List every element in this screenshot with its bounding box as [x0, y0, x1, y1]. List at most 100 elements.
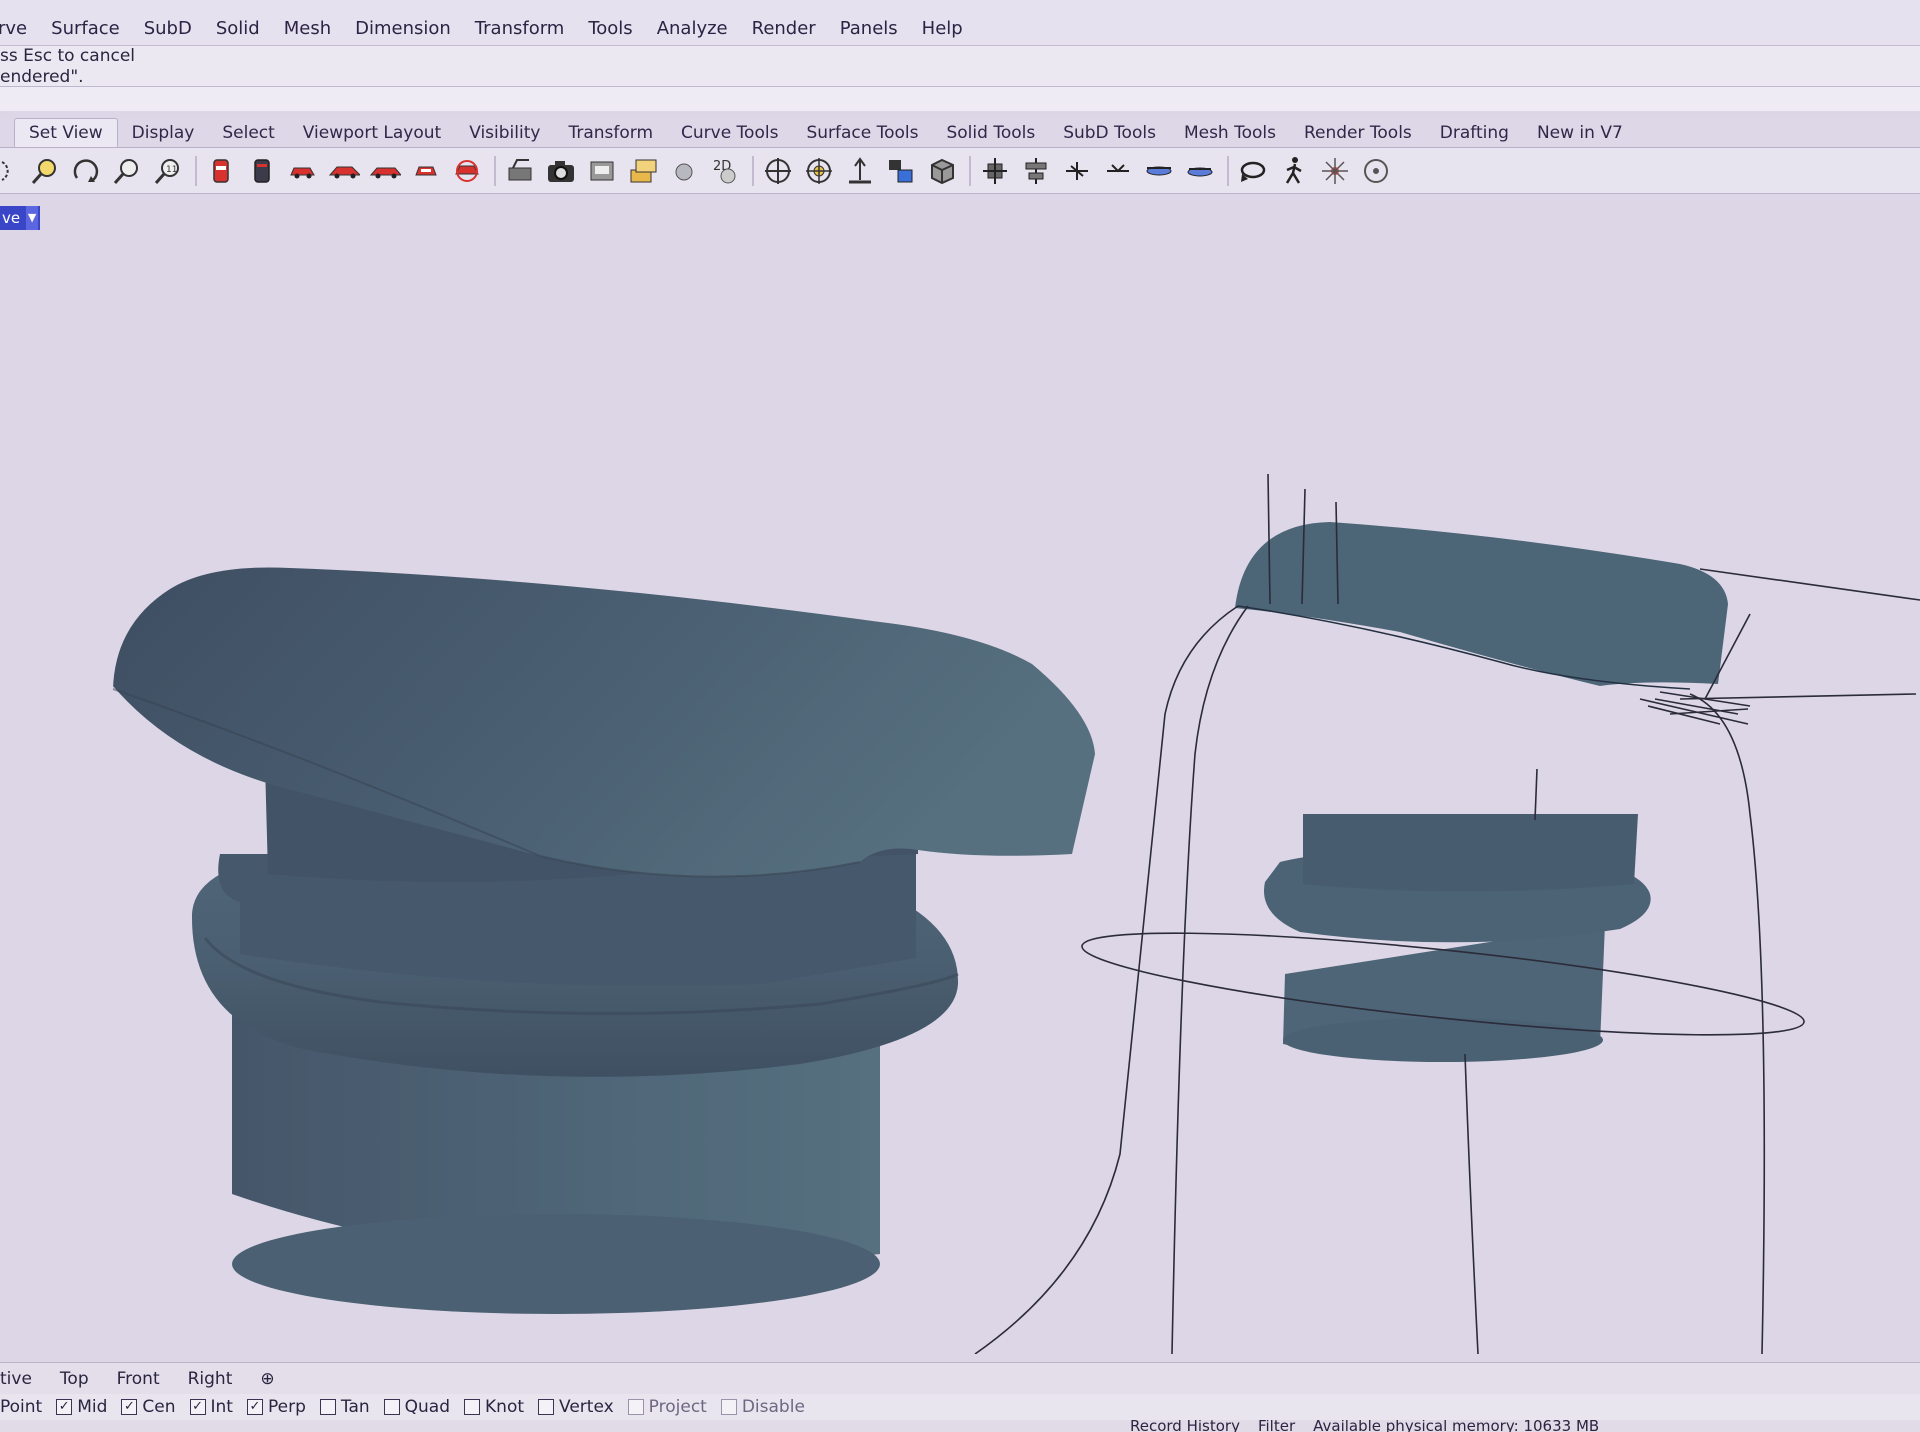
tab-front[interactable]: Front [117, 1369, 160, 1389]
checkbox-vertex[interactable] [538, 1399, 555, 1415]
menu-dimension[interactable]: Dimension [355, 18, 451, 39]
filter-button[interactable]: Filter [1258, 1420, 1295, 1432]
arrow-icon[interactable] [1061, 155, 1093, 187]
plane-flat-icon[interactable] [1184, 155, 1216, 187]
osnap-knot[interactable]: Knot [464, 1397, 524, 1417]
large-model[interactable] [112, 567, 1095, 1314]
cplane-icon[interactable] [844, 155, 876, 187]
osnap-perp[interactable]: ✓ Perp [246, 1397, 306, 1417]
car-rotate-icon[interactable] [451, 155, 483, 187]
add-viewport-icon[interactable]: ⊕ [260, 1369, 274, 1389]
sphere-icon[interactable] [668, 155, 700, 187]
zoom-icon[interactable] [111, 155, 143, 187]
checkbox-project[interactable] [627, 1399, 644, 1415]
target-icon[interactable] [803, 155, 835, 187]
tab-set-view[interactable]: Set View [14, 118, 118, 147]
sun-icon[interactable] [1319, 155, 1351, 187]
camera-target-icon[interactable] [504, 155, 536, 187]
cylinder-dark-icon[interactable] [246, 155, 278, 187]
tab-viewport-layout[interactable]: Viewport Layout [289, 123, 455, 147]
tab-top[interactable]: Top [60, 1369, 89, 1389]
menu-solid[interactable]: Solid [216, 18, 260, 39]
tab-new-in-v7[interactable]: New in V7 [1523, 123, 1637, 147]
car-back-icon[interactable] [410, 155, 442, 187]
osnap-label: Tan [340, 1397, 370, 1417]
tab-curve-tools[interactable]: Curve Tools [667, 123, 792, 147]
menu-tools[interactable]: Tools [588, 18, 632, 39]
osnap-label: Int [210, 1397, 233, 1417]
menu-help[interactable]: Help [922, 18, 963, 39]
crosshair-icon[interactable] [762, 155, 794, 187]
box-icon[interactable] [926, 155, 958, 187]
tab-display[interactable]: Display [118, 123, 209, 147]
undo-view-icon[interactable] [1237, 155, 1269, 187]
menu-panels[interactable]: Panels [840, 18, 898, 39]
checkbox-disable[interactable] [720, 1399, 737, 1415]
record-history-button[interactable]: Record History [1130, 1420, 1240, 1432]
checkbox-cen[interactable]: ✓ [121, 1399, 138, 1415]
compass-icon[interactable] [1360, 155, 1392, 187]
named-view-icon[interactable] [586, 155, 618, 187]
checkbox-perp[interactable]: ✓ [246, 1399, 263, 1415]
tab-mesh-tools[interactable]: Mesh Tools [1170, 123, 1290, 147]
osnap-quad[interactable]: Quad [383, 1397, 450, 1417]
menu-curve[interactable]: rve [0, 18, 27, 39]
cylinder-red-icon[interactable] [205, 155, 237, 187]
perspective-viewport[interactable] [0, 194, 1920, 1355]
camera-icon[interactable] [545, 155, 577, 187]
car-front-icon[interactable] [369, 155, 401, 187]
small-model[interactable] [1235, 522, 1728, 1062]
zoom-extents-icon[interactable] [0, 155, 20, 187]
checkbox-tan[interactable] [319, 1399, 336, 1415]
icon-toolbar: 11 2D [0, 148, 1920, 194]
tab-transform[interactable]: Transform [554, 123, 667, 147]
menu-transform[interactable]: Transform [475, 18, 565, 39]
named-cplane-icon[interactable] [627, 155, 659, 187]
tab-perspective[interactable]: tive [0, 1369, 32, 1389]
osnap-mid[interactable]: ✓ Mid [56, 1397, 107, 1417]
gumball-icon[interactable] [979, 155, 1011, 187]
menu-mesh[interactable]: Mesh [284, 18, 331, 39]
tab-render-tools[interactable]: Render Tools [1290, 123, 1426, 147]
tab-visibility[interactable]: Visibility [455, 123, 554, 147]
tab-surface-tools[interactable]: Surface Tools [792, 123, 932, 147]
checkbox-knot[interactable] [464, 1399, 481, 1415]
viewport-canvas[interactable] [0, 194, 1920, 1355]
viewport-title[interactable]: ve ▼ [0, 206, 40, 230]
chevron-down-icon[interactable]: ▼ [26, 206, 39, 230]
tab-solid-tools[interactable]: Solid Tools [932, 123, 1049, 147]
osnap-point[interactable]: Point [0, 1397, 42, 1417]
command-prompt-input[interactable] [0, 86, 1920, 111]
status-bar: Record History Filter Available physical… [0, 1420, 1920, 1432]
menu-analyze[interactable]: Analyze [657, 18, 728, 39]
osnap-vertex[interactable]: Vertex [538, 1397, 614, 1417]
menu-render[interactable]: Render [752, 18, 816, 39]
zoom-selected-icon[interactable]: 11 [152, 155, 184, 187]
osnap-project[interactable]: Project [627, 1397, 707, 1417]
car-side-icon[interactable] [328, 155, 360, 187]
zoom-window-icon[interactable] [29, 155, 61, 187]
viewport-tabs: tive Top Front Right ⊕ [0, 1362, 1920, 1394]
checkbox-int[interactable]: ✓ [189, 1399, 206, 1415]
tab-right[interactable]: Right [188, 1369, 233, 1389]
tab-subd-tools[interactable]: SubD Tools [1049, 123, 1170, 147]
tab-select[interactable]: Select [208, 123, 288, 147]
checkbox-quad[interactable] [383, 1399, 400, 1415]
osnap-tan[interactable]: Tan [319, 1397, 370, 1417]
view-2d-icon[interactable]: 2D [709, 155, 741, 187]
osnap-disable[interactable]: Disable [720, 1397, 805, 1417]
osnap-bar: Point ✓ Mid ✓ Cen ✓ Int ✓ Perp Tan Quad Knot… [0, 1394, 1920, 1420]
walk-icon[interactable] [1278, 155, 1310, 187]
osnap-int[interactable]: ✓ Int [189, 1397, 233, 1417]
plane-icon[interactable] [1143, 155, 1175, 187]
arrow-split-icon[interactable] [1102, 155, 1134, 187]
align-icon[interactable] [1020, 155, 1052, 187]
rotate-view-icon[interactable] [70, 155, 102, 187]
osnap-cen[interactable]: ✓ Cen [121, 1397, 176, 1417]
checkbox-mid[interactable]: ✓ [56, 1399, 73, 1415]
tab-drafting[interactable]: Drafting [1426, 123, 1523, 147]
menu-surface[interactable]: Surface [51, 18, 120, 39]
car-red-icon[interactable] [287, 155, 319, 187]
menu-subd[interactable]: SubD [144, 18, 192, 39]
layer-icon[interactable] [885, 155, 917, 187]
